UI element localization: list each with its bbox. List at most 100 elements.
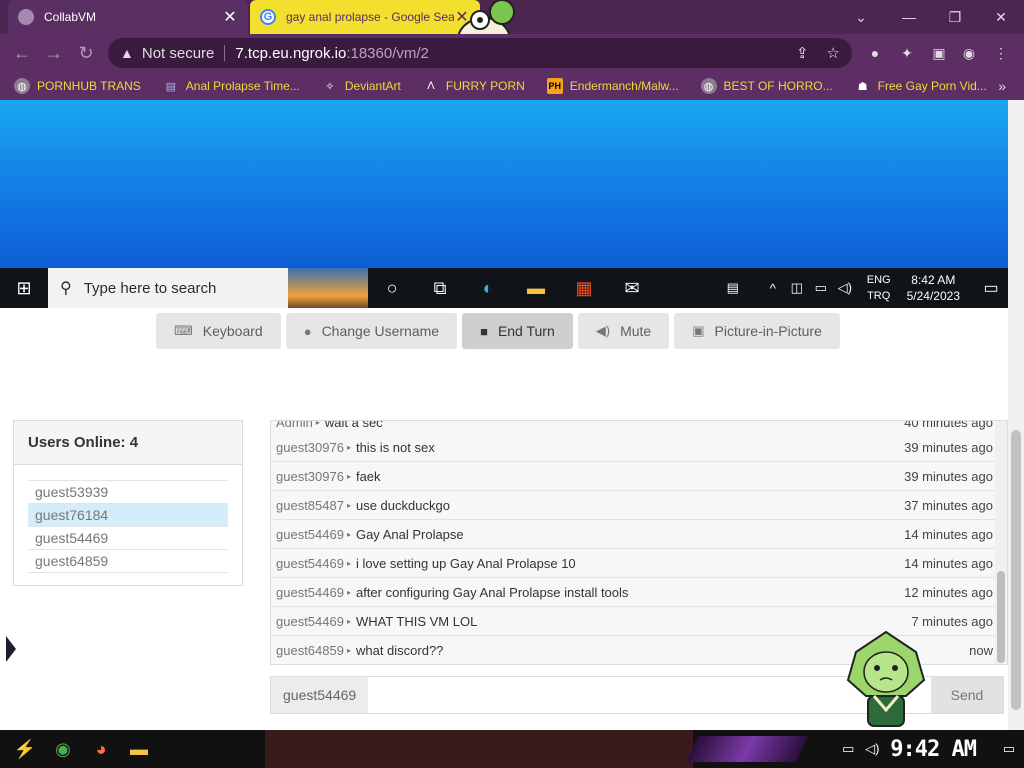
mail-icon[interactable]: ✉ xyxy=(608,268,656,308)
bookmark-item[interactable]: ☗ Free Gay Porn Vid... xyxy=(855,78,987,94)
bookmark-item[interactable]: PH Endermanch/Malw... xyxy=(546,78,679,94)
network-icon[interactable]: ▭ xyxy=(836,741,860,757)
minimize-button[interactable]: — xyxy=(886,0,932,34)
caret-right-icon: ▸ xyxy=(346,645,351,655)
vm-windows-taskbar[interactable]: ⊞ ⚲ Type here to search ○ ⧉ ◐ ▬ ▦ ✉ ▤ ^ … xyxy=(0,268,1008,308)
chat-time: 37 minutes ago xyxy=(904,497,993,513)
vm-search-box[interactable]: ⚲ Type here to search xyxy=(48,268,368,308)
send-button[interactable]: Send xyxy=(931,677,1003,713)
chat-username[interactable]: guest54469 xyxy=(276,585,344,600)
tab-search-icon[interactable]: ⌄ xyxy=(838,0,884,34)
omnibox-divider xyxy=(224,45,226,61)
chat-username[interactable]: guest54469 xyxy=(276,614,344,629)
tray-chevron-icon[interactable]: ^ xyxy=(761,281,785,296)
keyboard-button[interactable]: ⌨ Keyboard xyxy=(156,313,281,349)
tab-collabvm[interactable]: CollabVM ✕ xyxy=(8,0,248,34)
firefox-icon[interactable]: ◕ xyxy=(82,733,120,765)
not-secure-label[interactable]: Not secure xyxy=(142,45,215,62)
user-list-item[interactable]: guest53939 xyxy=(28,481,228,504)
globe-icon: ◍ xyxy=(700,78,717,94)
share-icon[interactable]: ⇪ xyxy=(796,44,809,62)
forward-arrow-icon[interactable]: → xyxy=(38,37,70,69)
cortana-circle-icon[interactable]: ○ xyxy=(368,268,416,308)
bookmark-item[interactable]: ◍ PORNHUB TRANS xyxy=(14,78,141,94)
page-scrollbar-thumb[interactable] xyxy=(1011,430,1021,710)
chat-time: 12 minutes ago xyxy=(904,584,993,600)
page-icon: ▤ xyxy=(165,80,176,93)
network-icon[interactable]: ▭ xyxy=(809,280,833,296)
tab-close-icon[interactable]: ✕ xyxy=(222,7,238,27)
chat-nickname: guest54469 xyxy=(271,677,369,713)
warning-triangle-icon[interactable]: ▲ xyxy=(120,45,134,61)
bookmark-item[interactable]: ✧ DeviantArt xyxy=(322,78,401,94)
bookmark-item[interactable]: Λ FURRY PORN xyxy=(423,78,525,94)
speaker-icon: ◀) xyxy=(595,323,611,338)
host-taskbar-band xyxy=(265,730,693,768)
bookmark-item[interactable]: ▤ Anal Prolapse Time... xyxy=(163,78,300,94)
notification-center-icon[interactable]: ▭ xyxy=(974,278,1008,298)
button-label: End Turn xyxy=(497,323,555,339)
volume-icon[interactable]: ◁) xyxy=(860,741,884,757)
notification-center-icon[interactable]: ▭ xyxy=(994,741,1024,757)
user-list-item-selected[interactable]: guest76184 xyxy=(28,504,228,527)
reload-icon[interactable]: ↻ xyxy=(70,37,102,69)
sidepanel-icon[interactable]: ▣ xyxy=(928,42,950,64)
file-explorer-icon[interactable]: ▬ xyxy=(512,268,560,308)
profile-icon[interactable]: ◉ xyxy=(958,42,980,64)
mute-button[interactable]: ◀) Mute xyxy=(577,313,670,349)
caret-right-icon: ▸ xyxy=(346,587,351,597)
chat-username[interactable]: guest30976 xyxy=(276,440,344,455)
windows-start-icon[interactable]: ⊞ xyxy=(0,268,48,308)
language-indicator[interactable]: ENG TRQ xyxy=(867,272,891,304)
bookmark-item[interactable]: ◍ BEST OF HORRO... xyxy=(700,78,833,94)
profile-avatar-small-icon[interactable]: ● xyxy=(864,42,886,64)
page-scrollbar[interactable] xyxy=(1008,100,1024,730)
chat-username[interactable]: guest54469 xyxy=(276,527,344,542)
host-taskbar: ⚡ ◉ ◕ ▬ ▭ ◁) 9:42 AM ▭ xyxy=(0,730,1024,768)
tab-google-search[interactable]: G gay anal prolapse - Google Sear ✕ xyxy=(250,0,480,34)
meet-icon[interactable]: ◫ xyxy=(785,280,809,296)
picture-in-picture-button[interactable]: ▣ Picture-in-Picture xyxy=(674,313,840,349)
restore-button[interactable]: ❐ xyxy=(932,0,978,34)
chat-username[interactable]: guest64859 xyxy=(276,643,344,658)
host-clock[interactable]: 9:42 AM xyxy=(890,737,977,762)
start-logo-icon[interactable]: ⚡ xyxy=(6,733,44,765)
chat-time: 39 minutes ago xyxy=(904,439,993,455)
user-list-item[interactable]: guest64859 xyxy=(28,550,228,573)
back-arrow-icon[interactable]: ← xyxy=(6,37,38,69)
chat-scrollbar[interactable] xyxy=(995,421,1007,664)
mascot-sticker xyxy=(846,630,926,727)
chrome-icon[interactable]: ◉ xyxy=(44,733,82,765)
search-highlight-image xyxy=(288,268,368,308)
vm-clock[interactable]: 8:42 AM 5/24/2023 xyxy=(907,272,960,304)
chat-username[interactable]: Admin xyxy=(276,421,313,430)
bookmark-label: Anal Prolapse Time... xyxy=(185,79,300,93)
end-turn-button[interactable]: ■ End Turn xyxy=(462,313,573,349)
chat-log[interactable]: Admin ▸ wait a sec 40 minutes ago guest30… xyxy=(270,420,1008,665)
language-top: ENG xyxy=(866,274,891,286)
chat-scrollbar-thumb[interactable] xyxy=(997,571,1005,663)
pip-icon: ▣ xyxy=(692,323,705,338)
menu-kebab-icon[interactable]: ⋮ xyxy=(990,42,1012,64)
store-icon[interactable]: ▦ xyxy=(560,268,608,308)
address-bar[interactable]: ▲ Not secure 7.tcp.eu.ngrok.io :18360/vm… xyxy=(108,38,852,68)
bookmarks-overflow-icon[interactable]: » xyxy=(998,78,1006,94)
folder-icon[interactable]: ▬ xyxy=(120,733,158,765)
chat-message: guest54469 ▸ Gay Anal Prolapse 14 minutes… xyxy=(271,520,995,549)
change-username-button[interactable]: ● Change Username xyxy=(285,313,458,349)
bookmark-star-icon[interactable]: ☆ xyxy=(827,44,840,62)
vm-date: 5/24/2023 xyxy=(906,289,960,303)
volume-icon[interactable]: ◁) xyxy=(833,280,857,296)
close-window-button[interactable]: ✕ xyxy=(978,0,1024,34)
extensions-puzzle-icon[interactable]: ✦ xyxy=(896,42,918,64)
chat-username[interactable]: guest85487 xyxy=(276,498,344,513)
edge-icon[interactable]: ◐ xyxy=(464,268,512,308)
user-list-item[interactable]: guest54469 xyxy=(28,527,228,550)
keyboard-icon: ⌨ xyxy=(174,323,193,338)
chat-username[interactable]: guest54469 xyxy=(276,556,344,571)
chat-message: guest85487 ▸ use duckduckgo 37 minutes ag… xyxy=(271,491,995,520)
task-view-icon[interactable]: ⧉ xyxy=(416,268,464,308)
chat-username[interactable]: guest30976 xyxy=(276,469,344,484)
news-icon[interactable]: ▤ xyxy=(721,280,745,296)
bookmarks-bar: ◍ PORNHUB TRANS ▤ Anal Prolapse Time... ✧ D… xyxy=(0,72,1024,100)
